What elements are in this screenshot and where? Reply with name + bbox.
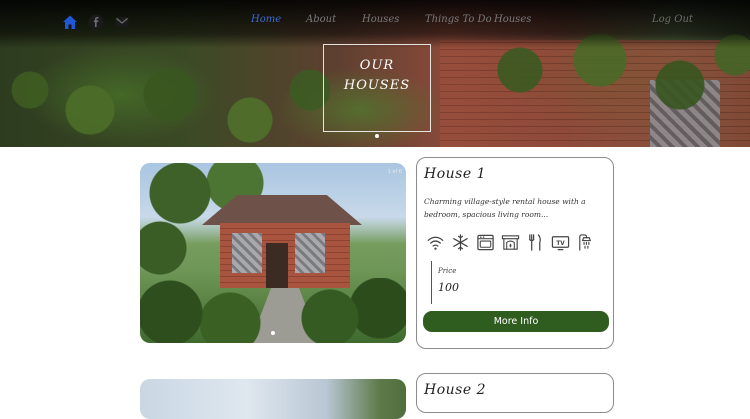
oven-icon [477, 234, 494, 251]
snowflake-icon [453, 234, 468, 251]
more-info-button[interactable]: More Info [423, 311, 609, 332]
tv-icon: TV [551, 236, 570, 251]
nav-link-home[interactable]: Home [251, 14, 281, 25]
nav-link-things-to-do[interactable]: Things To Do [425, 14, 492, 25]
main-nav: Home About Houses Things To Do Houses Lo… [0, 14, 750, 28]
page-title-box: OUR HOUSES [323, 44, 431, 132]
fireplace-icon [501, 235, 520, 250]
page-title-line-1: OUR [359, 58, 395, 73]
page-title-line-2: HOUSES [343, 78, 411, 93]
house-2-info-card: House 2 [416, 373, 614, 413]
svg-text:TV: TV [556, 241, 565, 247]
price-value: 100 [438, 281, 459, 294]
wifi-icon [427, 236, 444, 250]
house-1-info-card: House 1 Charming village-style rental ho… [416, 157, 614, 349]
house-2-title: House 2 [424, 382, 486, 398]
nav-link-log-out[interactable]: Log Out [652, 14, 693, 25]
hero-foliage-left [0, 50, 330, 147]
house-1-price: Price 100 [431, 261, 591, 304]
house-2-photo[interactable] [140, 379, 406, 419]
nav-link-about[interactable]: About [306, 14, 336, 25]
hero-slider-dot[interactable] [375, 134, 379, 138]
house-1-photo[interactable]: 1 of 6 [140, 163, 406, 343]
nav-link-houses[interactable]: Houses [362, 14, 399, 25]
cutlery-icon [529, 234, 541, 251]
nav-link-houses-2[interactable]: Houses [494, 14, 531, 25]
photo-counter: 1 of 6 [387, 169, 402, 175]
house-1-title: House 1 [424, 166, 486, 182]
house-1-amenities: TV [426, 233, 595, 252]
shower-icon [579, 234, 592, 251]
house-1-description: Charming village-style rental house with… [424, 197, 586, 219]
photo-slider-dot[interactable] [271, 331, 275, 335]
price-label: Price [438, 267, 457, 275]
